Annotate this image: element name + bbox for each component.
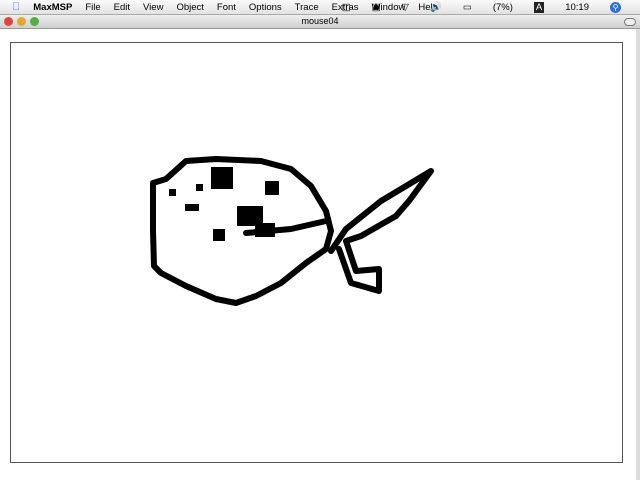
window-content [0,29,640,480]
window-resize-edge[interactable] [636,29,640,480]
display-icon[interactable]: ▣ [372,2,381,13]
status-area: ◫ ▣ ▽ 🔊 ▭ (7%) A 10:19 ⚲ [342,0,634,14]
volume-icon[interactable]: 🔊 [430,2,442,13]
script-icon[interactable]: ◫ [342,2,351,13]
close-button[interactable] [4,17,13,26]
menu-object[interactable]: Object [176,2,203,13]
minimize-button[interactable] [17,17,26,26]
window-title: mouse04 [301,16,339,26]
apple-menu-icon[interactable]:  [12,1,20,13]
menu-trace[interactable]: Trace [295,2,319,13]
fish-body-stroke [150,156,334,306]
menu-edit[interactable]: Edit [114,2,130,13]
clock[interactable]: 10:19 [565,2,589,13]
menu-font[interactable]: Font [217,2,236,13]
toolbar-toggle-button[interactable] [624,18,636,26]
battery-percent: (7%) [492,1,513,13]
menu-app[interactable]: MaxMSP [33,2,72,13]
wifi-icon[interactable]: ▽ [402,2,409,13]
menu-file[interactable]: File [85,2,100,13]
zoom-button[interactable] [30,17,39,26]
menu-bar:  MaxMSP File Edit View Object Font Opti… [0,0,640,15]
spotlight-icon[interactable]: ⚲ [610,1,621,13]
input-menu-icon[interactable]: A [533,1,545,13]
fish-drawing [150,156,434,306]
drawing-canvas[interactable] [10,42,623,463]
menu-view[interactable]: View [143,2,163,13]
menu-options[interactable]: Options [249,2,282,13]
battery-icon[interactable]: ▭ [463,2,472,13]
fish-tail-stroke [328,168,434,294]
fish-spots [169,167,279,241]
window-titlebar[interactable]: mouse04 [0,15,640,29]
